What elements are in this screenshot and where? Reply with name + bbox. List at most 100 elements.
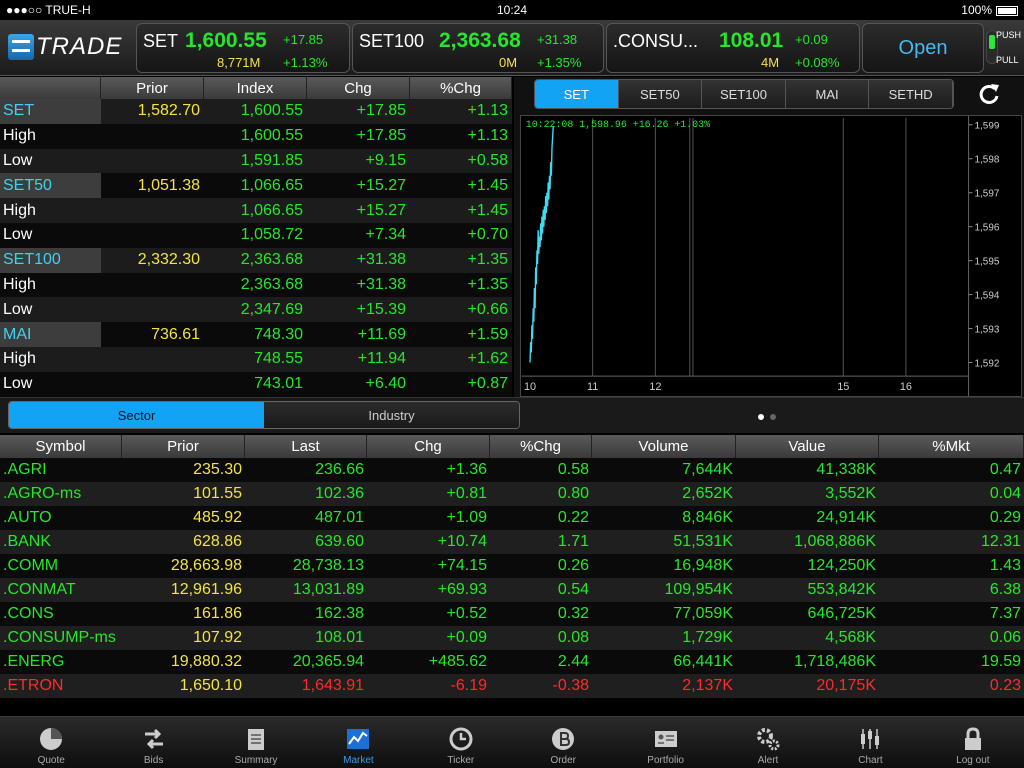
index-table-row[interactable]: High 2,363.68 +31.38 +1.35 [0, 272, 512, 298]
sector-row[interactable]: .AGRI 235.30 236.66 +1.36 0.58 7,644K 41,338K 0… [0, 458, 1024, 482]
index-summary-set100[interactable]: SET100 2,363.68 +31.38 0M +1.35% [352, 23, 604, 73]
tab-bids[interactable]: Bids [102, 717, 204, 768]
row-chg: +11.69 [357, 325, 406, 343]
index-table-row[interactable]: Low 2,347.69 +15.39 +0.66 [0, 297, 512, 323]
row-index: 1,058.72 [240, 226, 303, 244]
sector-row[interactable]: .BANK 628.86 639.60 +10.74 1.71 51,531K 1,068,… [0, 530, 1024, 554]
sector-row[interactable]: .AGRO-ms 101.55 102.36 +0.81 0.80 2,652K 3,552… [0, 482, 1024, 506]
index-table-row[interactable]: Low 743.01 +6.40 +0.87 [0, 371, 512, 397]
index-table-row[interactable]: MAI 736.61 748.30 +11.69 +1.59 [0, 322, 512, 347]
sector-row[interactable]: .ENERG 19,880.32 20,365.94 +485.62 2.44 66,44… [0, 650, 1024, 674]
row-pct: +1.59 [467, 325, 508, 343]
tab-chart[interactable]: Chart [819, 717, 921, 768]
row-pct: +1.35 [467, 251, 508, 269]
header-last[interactable]: Last [245, 435, 367, 458]
header-prior[interactable]: Prior [122, 435, 245, 458]
market-status-button[interactable]: Open [862, 23, 984, 73]
sector-row[interactable]: .ETRON 1,650.10 1,643.91 -6.19 -0.38 2,137K 20… [0, 674, 1024, 698]
tab-order[interactable]: Order [512, 717, 614, 768]
notepad-icon [248, 729, 265, 750]
row-pct: +0.66 [467, 300, 508, 318]
index-table-row[interactable]: SET50 1,051.38 1,066.65 +15.27 +1.45 [0, 173, 512, 199]
header-index: Index [204, 77, 307, 99]
index-table-row[interactable]: Low 1,591.85 +9.15 +0.58 [0, 148, 512, 174]
row-pct: +0.58 [467, 151, 508, 169]
sector-row[interactable]: .CONS 161.86 162.38 +0.52 0.32 77,059K 646,725… [0, 602, 1024, 626]
row-prior [101, 124, 204, 149]
cell-symbol: .AGRO-ms [3, 485, 82, 502]
index-value: 2,363.68 [439, 29, 521, 52]
cell-prior: 107.92 [193, 629, 242, 646]
battery-percent: 100% [961, 3, 992, 17]
index-summary-set[interactable]: SET 1,600.55 +17.85 8,771M +1.13% [136, 23, 350, 73]
chart-tab-set50[interactable]: SET50 [618, 80, 703, 108]
tab-market[interactable]: Market [307, 717, 409, 768]
cell-pct-chg: 1.71 [557, 533, 589, 550]
cell-pct-chg: 0.54 [557, 581, 589, 598]
row-chg: +31.38 [356, 251, 406, 269]
index-table-row[interactable]: High 748.55 +11.94 +1.62 [0, 346, 512, 372]
header-pct-mkt[interactable]: %Mkt [879, 435, 1024, 458]
refresh-icon[interactable] [976, 81, 1002, 107]
y-tick-label: 1,599 [975, 121, 1000, 132]
cell-value: 4,568K [825, 629, 876, 646]
tab-ticker[interactable]: Ticker [410, 717, 512, 768]
segment-industry[interactable]: Industry [264, 402, 519, 428]
cell-pct-mkt: 0.47 [989, 461, 1021, 478]
row-pct: +1.62 [467, 350, 508, 368]
cell-prior: 28,663.98 [170, 557, 242, 574]
cell-symbol: .BANK [3, 533, 52, 550]
sector-row[interactable]: .COMM 28,663.98 28,738.13 +74.15 0.26 16,948K… [0, 554, 1024, 578]
index-table-row[interactable]: SET100 2,332.30 2,363.68 +31.38 +1.35 [0, 247, 512, 273]
cell-last: 639.60 [315, 533, 364, 550]
sector-table-header: Symbol Prior Last Chg %Chg Volume Value … [0, 435, 1024, 458]
index-table-row[interactable]: High 1,066.65 +15.27 +1.45 [0, 198, 512, 223]
tab-portfolio[interactable]: Portfolio [614, 717, 716, 768]
tab-label: Chart [858, 755, 883, 766]
row-chg: +17.85 [356, 102, 406, 120]
index-table-row[interactable]: SET 1,582.70 1,600.55 +17.85 +1.13 [0, 99, 512, 124]
intraday-chart[interactable]: 10 11 12 15 16 1,599 1,598 1,597 1,596 1,595 1,594… [520, 115, 1022, 397]
header-value[interactable]: Value [736, 435, 879, 458]
chart-tab-set[interactable]: SET [535, 80, 619, 108]
cell-symbol: .CONSUMP-ms [3, 629, 116, 646]
header-chg[interactable]: Chg [367, 435, 490, 458]
chart-tab-sethd[interactable]: SETHD [869, 80, 953, 108]
chart-tab-set100[interactable]: SET100 [702, 80, 786, 108]
y-tick-label: 1,596 [975, 223, 1000, 234]
tab-log-out[interactable]: Log out [922, 717, 1024, 768]
push-pull-toggle[interactable]: PUSH PULL [984, 22, 1024, 74]
row-prior [101, 297, 204, 322]
cell-pct-chg: 0.22 [557, 509, 589, 526]
index-volume: 0M [499, 55, 518, 70]
header-volume[interactable]: Volume [592, 435, 736, 458]
index-percent: +1.13% [283, 55, 328, 70]
sector-row[interactable]: .CONSUMP-ms 107.92 108.01 +0.09 0.08 1,729K 4,… [0, 626, 1024, 650]
cell-volume: 51,531K [673, 533, 733, 550]
row-label: MAI [0, 322, 101, 347]
chart-tab-mai[interactable]: MAI [785, 80, 870, 108]
sector-row[interactable]: .CONMAT 12,961.96 13,031.89 +69.93 0.54 109,9… [0, 578, 1024, 602]
cell-pct-mkt: 1.43 [989, 557, 1021, 574]
index-table-row[interactable]: Low 1,058.72 +7.34 +0.70 [0, 222, 512, 248]
page-dot [770, 414, 776, 420]
sector-row[interactable]: .AUTO 485.92 487.01 +1.09 0.22 8,846K 24,914K 0… [0, 506, 1024, 530]
tab-summary[interactable]: Summary [205, 717, 307, 768]
header-pct-chg[interactable]: %Chg [490, 435, 592, 458]
index-table-row[interactable]: High 1,600.55 +17.85 +1.13 [0, 123, 512, 149]
tab-quote[interactable]: Quote [0, 717, 102, 768]
cell-chg: +0.81 [446, 485, 487, 502]
segment-sector[interactable]: Sector [9, 402, 264, 428]
cell-last: 20,365.94 [292, 653, 364, 670]
row-label: Low [3, 300, 33, 318]
tab-label: Order [550, 755, 577, 766]
header-symbol[interactable]: Symbol [0, 435, 122, 458]
index-summary-consumer[interactable]: .CONSU... 108.01 +0.09 4M +0.08% [606, 23, 860, 73]
tab-alert[interactable]: Alert [717, 717, 819, 768]
cell-prior: 628.86 [193, 533, 242, 550]
cell-chg: +10.74 [437, 533, 487, 550]
app-logo: TRADE [8, 30, 126, 64]
cell-value: 1,718,486K [794, 653, 876, 670]
battery-indicator: 100% [961, 3, 1018, 17]
cell-last: 1,643.91 [301, 677, 364, 694]
